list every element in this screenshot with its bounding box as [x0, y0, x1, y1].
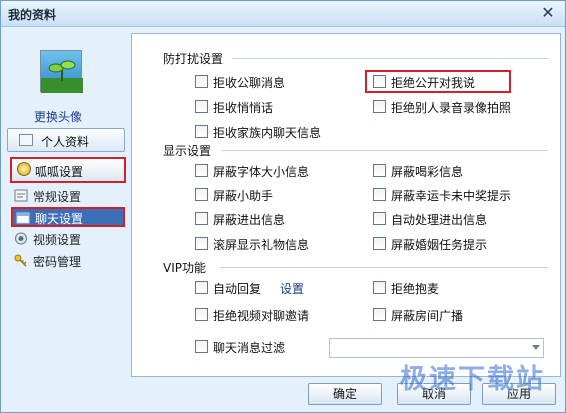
- chat-window-icon: [16, 212, 30, 224]
- watermark: 极速下载站: [400, 364, 545, 395]
- sidebar-item-chat[interactable]: 聊天设置: [11, 207, 125, 227]
- checkbox-label: 聊天消息过滤: [213, 341, 286, 355]
- display-group-title: 显示设置: [163, 144, 212, 158]
- sidebar-item-general[interactable]: 常规设置: [11, 186, 125, 206]
- checkbox-label: 自动回复: [213, 282, 262, 296]
- checkbox-label: 屏蔽婚姻任务提示: [391, 238, 488, 252]
- checkbox-label: 屏蔽喝彩信息: [391, 165, 464, 179]
- checkbox-label: 拒收公聊消息: [213, 76, 286, 90]
- group-divider: [232, 58, 548, 59]
- checkbox-box[interactable]: [195, 164, 208, 177]
- checkbox-label: 屏蔽字体大小信息: [213, 165, 310, 179]
- sidebar: 更换头像 个人资料 呱呱设置 常规设置 聊天设置 视频设置 密码管理: [1, 28, 128, 378]
- checkbox-label: 拒绝公开对我说: [391, 76, 476, 90]
- checkbox-box[interactable]: [373, 237, 386, 250]
- settings-window: 我的资料 ✕ 更换头像 个人资料 呱呱设置 常规设置 聊天设置 视频设置 密码管…: [0, 0, 566, 413]
- vip-group-title: VIP功能: [163, 261, 206, 275]
- checkbox-box[interactable]: [195, 308, 208, 321]
- sidebar-item-label: 常规设置: [33, 190, 82, 204]
- guagua-settings-label: 呱呱设置: [35, 165, 84, 179]
- checkbox-box[interactable]: [373, 100, 386, 113]
- sidebar-item-password[interactable]: 密码管理: [11, 251, 125, 271]
- guagua-settings-section[interactable]: 呱呱设置: [10, 157, 126, 183]
- sprout-icon: [41, 60, 83, 93]
- filter-select[interactable]: [329, 338, 544, 358]
- checkbox-label: 自动处理进出信息: [391, 213, 488, 227]
- checkbox-label: 屏蔽幸运卡未中奖提示: [391, 189, 512, 203]
- checkbox-box[interactable]: [373, 75, 386, 88]
- profile-button[interactable]: 个人资料: [7, 128, 125, 152]
- checkbox-box[interactable]: [195, 281, 208, 294]
- gear-settings-icon: [14, 189, 28, 202]
- antidisturb-group-title: 防打扰设置: [163, 52, 224, 66]
- checkbox-box[interactable]: [195, 212, 208, 225]
- settings-panel: 防打扰设置 拒收公聊消息 拒绝公开对我说 拒收悄悄话 拒绝别人录音录像拍照 拒收…: [131, 33, 561, 377]
- id-card-icon: [19, 134, 33, 146]
- checkbox-box[interactable]: [373, 308, 386, 321]
- checkbox-label: 拒绝别人录音录像拍照: [391, 101, 512, 115]
- ok-button[interactable]: 确定: [308, 383, 382, 405]
- sidebar-item-label: 聊天设置: [35, 212, 84, 226]
- title-bar[interactable]: 我的资料 ✕: [1, 1, 565, 27]
- checkbox-label: 屏蔽房间广播: [391, 309, 464, 323]
- guagua-icon: [17, 162, 31, 176]
- group-divider: [220, 267, 548, 268]
- checkbox-box[interactable]: [373, 212, 386, 225]
- checkbox-label: 拒绝抱麦: [391, 282, 440, 296]
- checkbox-label: 屏蔽进出信息: [213, 213, 286, 227]
- chevron-down-icon[interactable]: [532, 345, 540, 350]
- avatar[interactable]: [40, 50, 83, 93]
- checkbox-box[interactable]: [373, 281, 386, 294]
- checkbox-box[interactable]: [195, 75, 208, 88]
- video-camera-icon: [15, 232, 27, 245]
- checkbox-label: 拒收悄悄话: [213, 101, 274, 115]
- checkbox-label: 屏蔽小助手: [213, 189, 274, 203]
- key-icon: [14, 254, 27, 267]
- group-divider: [222, 150, 548, 151]
- checkbox-box[interactable]: [373, 188, 386, 201]
- sidebar-item-video[interactable]: 视频设置: [11, 229, 125, 249]
- change-avatar-link[interactable]: 更换头像: [34, 108, 82, 125]
- checkbox-label: 滚屏显示礼物信息: [213, 238, 310, 252]
- profile-button-label: 个人资料: [41, 135, 90, 149]
- sidebar-item-label: 视频设置: [33, 233, 82, 247]
- window-title: 我的资料: [8, 8, 57, 22]
- close-icon[interactable]: ✕: [539, 4, 557, 22]
- checkbox-box[interactable]: [195, 100, 208, 113]
- sidebar-item-label: 密码管理: [33, 255, 82, 269]
- checkbox-label: 拒收家族内聊天信息: [213, 126, 322, 140]
- checkbox-box[interactable]: [195, 188, 208, 201]
- checkbox-box[interactable]: [195, 340, 208, 353]
- auto-reply-settings-link[interactable]: 设置: [280, 280, 304, 297]
- checkbox-box[interactable]: [373, 164, 386, 177]
- checkbox-label: 拒绝视频对聊邀请: [213, 309, 310, 323]
- checkbox-box[interactable]: [195, 125, 208, 138]
- checkbox-box[interactable]: [195, 237, 208, 250]
